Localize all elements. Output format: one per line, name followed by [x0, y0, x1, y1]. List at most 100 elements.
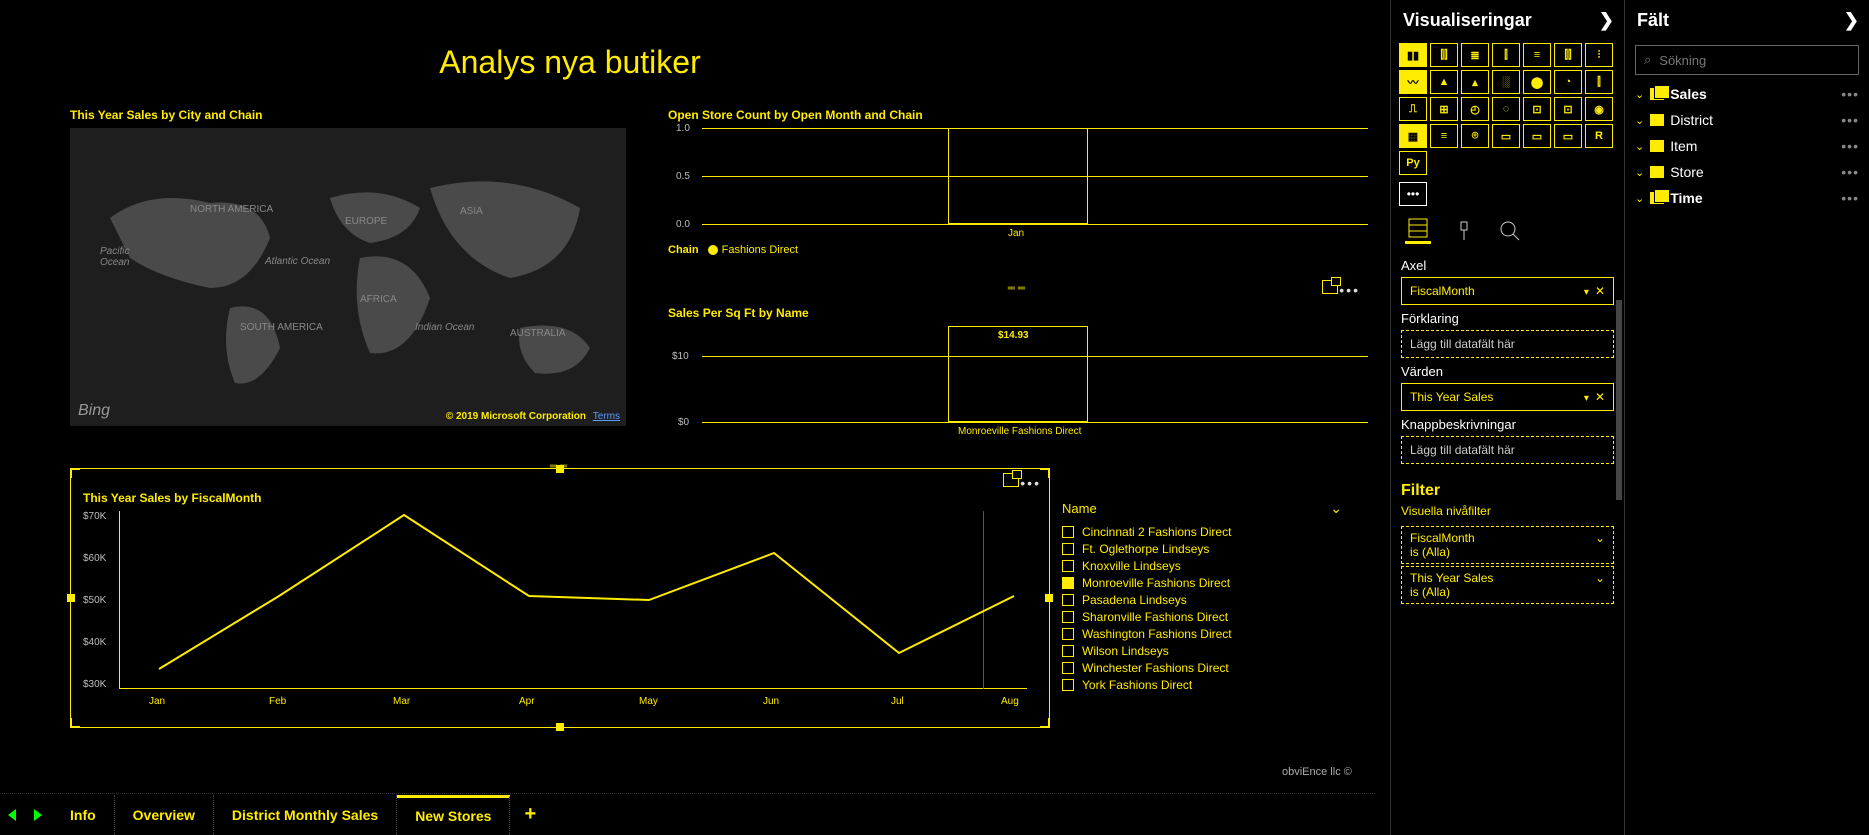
remove-field-icon[interactable]: ✕ [1595, 390, 1605, 404]
chevron-down-icon[interactable]: ▾ [1584, 287, 1589, 298]
scrollbar[interactable] [1616, 300, 1622, 500]
filter-card[interactable]: This Year Sales⌄is (Alla) [1401, 566, 1614, 604]
map-image[interactable]: NORTH AMERICA EUROPE ASIA AFRICA SOUTH A… [70, 128, 626, 426]
chevron-down-icon[interactable]: ⌄ [1330, 500, 1342, 517]
map-visual[interactable]: This Year Sales by City and Chain NORTH … [70, 108, 626, 436]
map-terms-link[interactable]: Terms [593, 411, 620, 422]
viz-type-button[interactable]: ⊡ [1554, 97, 1582, 121]
more-options-icon[interactable]: ••• [1339, 282, 1360, 298]
focus-mode-icon[interactable] [1322, 280, 1338, 294]
chevron-down-icon[interactable]: ⌄ [1595, 571, 1605, 585]
slicer-item[interactable]: Ft. Oglethorpe Lindseys [1062, 542, 1342, 556]
tab-new-stores[interactable]: New Stores [397, 795, 510, 835]
collapse-panel-icon[interactable]: ❯ [1599, 10, 1614, 31]
fields-search-input[interactable]: ⌕ Sökning [1635, 45, 1859, 75]
tab-overview[interactable]: Overview [115, 795, 214, 835]
more-options-icon[interactable]: ••• [1841, 190, 1859, 206]
viz-type-button[interactable]: ⬤ [1523, 70, 1551, 94]
viz-type-button[interactable]: ⊡ [1523, 97, 1551, 121]
viz-type-button[interactable]: ▮▮ [1399, 43, 1427, 67]
slicer-item[interactable]: Pasadena Lindseys [1062, 593, 1342, 607]
tab-prev-icon[interactable] [4, 806, 22, 824]
slicer-item[interactable]: Sharonville Fashions Direct [1062, 610, 1342, 624]
viz-type-button[interactable]: ▴ [1461, 70, 1489, 94]
checkbox-icon[interactable] [1062, 611, 1074, 623]
field-table-district[interactable]: ⌄District••• [1625, 107, 1869, 133]
viz-type-button[interactable]: ⫿⫿ [1554, 43, 1582, 67]
slicer-item[interactable]: York Fashions Direct [1062, 678, 1342, 692]
values-field[interactable]: This Year Sales ▾✕ [1401, 383, 1614, 411]
checkbox-icon[interactable] [1062, 628, 1074, 640]
viz-type-button[interactable]: ◉ [1585, 97, 1613, 121]
field-table-item[interactable]: ⌄Item••• [1625, 133, 1869, 159]
fields-tool-icon[interactable] [1405, 218, 1431, 244]
slicer-item[interactable]: Washington Fashions Direct [1062, 627, 1342, 641]
viz-type-button[interactable]: ▭ [1554, 124, 1582, 148]
slicer-item[interactable]: Wilson Lindseys [1062, 644, 1342, 658]
checkbox-icon[interactable] [1062, 679, 1074, 691]
chevron-down-icon[interactable]: ⌄ [1595, 531, 1605, 545]
field-table-sales[interactable]: ⌄Sales••• [1625, 81, 1869, 107]
slicer-item[interactable]: Knoxville Lindseys [1062, 559, 1342, 573]
viz-type-button[interactable]: Py [1399, 151, 1427, 175]
collapse-panel-icon[interactable]: ❯ [1844, 10, 1859, 31]
viz-type-button[interactable]: ⫿ [1492, 43, 1520, 67]
checkbox-icon[interactable] [1062, 645, 1074, 657]
bar1-bar-jan[interactable] [948, 128, 1088, 224]
slicer-item[interactable]: Cincinnati 2 Fashions Direct [1062, 525, 1342, 539]
open-store-count-chart[interactable]: Open Store Count by Open Month and Chain… [668, 108, 1368, 276]
viz-type-button[interactable]: ▭ [1492, 124, 1520, 148]
viz-type-button[interactable]: ▲ [1430, 70, 1458, 94]
focus-mode-icon[interactable] [1003, 473, 1019, 487]
tab-info[interactable]: Info [52, 795, 115, 835]
viz-type-button[interactable]: R [1585, 124, 1613, 148]
checkbox-icon[interactable] [1062, 594, 1074, 606]
chevron-down-icon[interactable]: ⌄ [1635, 192, 1644, 205]
remove-field-icon[interactable]: ✕ [1595, 284, 1605, 298]
chevron-down-icon[interactable]: ⌄ [1635, 140, 1644, 153]
format-tool-icon[interactable] [1451, 218, 1477, 244]
viz-type-button[interactable]: ▦ [1399, 124, 1427, 148]
checkbox-icon[interactable] [1062, 543, 1074, 555]
viz-type-button[interactable]: ⎍ [1399, 97, 1427, 121]
tab-district-monthly-sales[interactable]: District Monthly Sales [214, 795, 397, 835]
viz-type-button[interactable]: ≡ [1523, 43, 1551, 67]
chevron-down-icon[interactable]: ⌄ [1635, 114, 1644, 127]
viz-type-button[interactable]: ≣ [1461, 43, 1489, 67]
viz-type-button[interactable]: ▭ [1523, 124, 1551, 148]
slicer-item[interactable]: Winchester Fashions Direct [1062, 661, 1342, 675]
add-page-button[interactable]: + [510, 803, 550, 826]
analytics-tool-icon[interactable] [1497, 218, 1523, 244]
viz-type-button[interactable]: ⫶ [1585, 43, 1613, 67]
tooltips-dropzone[interactable]: Lägg till datafält här [1401, 436, 1614, 464]
viz-more-button[interactable]: ••• [1399, 182, 1427, 206]
viz-type-button[interactable]: ⫿⫿ [1430, 43, 1458, 67]
this-year-sales-line-chart[interactable]: ══ ••• This Year Sales by FiscalMonth $7… [70, 468, 1050, 728]
checkbox-icon[interactable] [1062, 560, 1074, 572]
field-table-store[interactable]: ⌄Store••• [1625, 159, 1869, 185]
viz-type-button[interactable]: ⊞ [1430, 97, 1458, 121]
checkbox-icon[interactable] [1062, 662, 1074, 674]
viz-type-button[interactable]: 〰 [1399, 70, 1427, 94]
more-options-icon[interactable]: ••• [1841, 86, 1859, 102]
field-table-time[interactable]: ⌄Time••• [1625, 185, 1869, 211]
checkbox-icon[interactable] [1062, 526, 1074, 538]
viz-type-button[interactable]: ◔ [1554, 70, 1582, 94]
slicer-item[interactable]: Monroeville Fashions Direct [1062, 576, 1342, 590]
chevron-down-icon[interactable]: ▾ [1584, 393, 1589, 404]
chevron-down-icon[interactable]: ⌄ [1635, 166, 1644, 179]
tab-next-icon[interactable] [30, 806, 48, 824]
more-options-icon[interactable]: ••• [1020, 475, 1041, 491]
viz-type-button[interactable]: ░ [1492, 70, 1520, 94]
viz-type-button[interactable]: ⌾ [1461, 124, 1489, 148]
viz-type-button[interactable]: ◴ [1461, 97, 1489, 121]
chevron-down-icon[interactable]: ⌄ [1635, 88, 1644, 101]
more-options-icon[interactable]: ••• [1841, 138, 1859, 154]
viz-type-button[interactable]: ⫿ [1585, 70, 1613, 94]
legend-dropzone[interactable]: Lägg till datafält här [1401, 330, 1614, 358]
more-options-icon[interactable]: ••• [1841, 112, 1859, 128]
checkbox-icon[interactable] [1062, 577, 1074, 589]
viz-type-button[interactable]: ≡ [1430, 124, 1458, 148]
drag-handle-icon[interactable]: ══ [550, 461, 570, 472]
viz-type-button[interactable]: ◌ [1492, 97, 1520, 121]
